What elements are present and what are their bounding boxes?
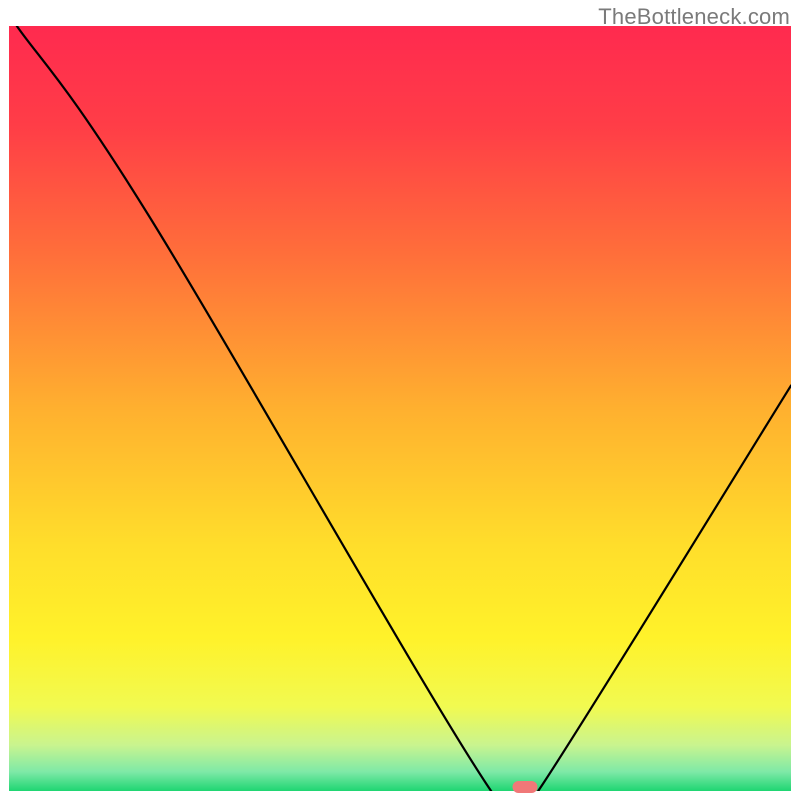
chart-container: TheBottleneck.com: [0, 0, 800, 800]
chart-svg: [9, 26, 791, 791]
gradient-background: [9, 26, 791, 791]
optimal-marker: [513, 781, 538, 793]
plot-area: [9, 26, 791, 791]
